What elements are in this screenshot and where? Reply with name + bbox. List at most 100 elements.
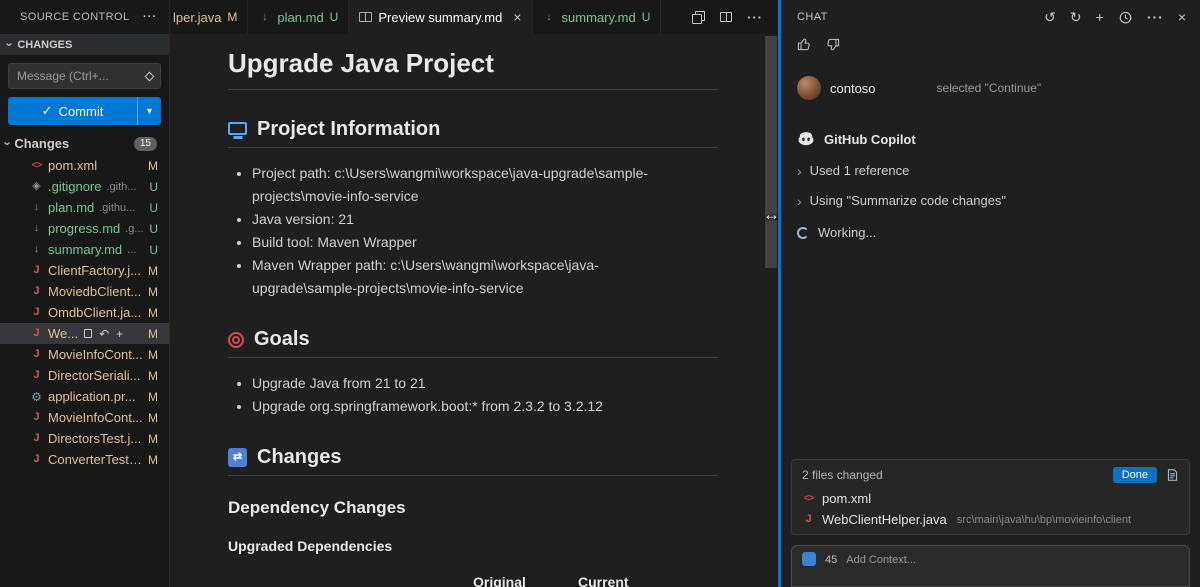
file-row[interactable]: ⚙application.pr...M [0, 386, 169, 407]
file-row[interactable]: JMovieInfoCont...M [0, 407, 169, 428]
status-badge: U [149, 201, 158, 215]
chat-history-icon[interactable] [1118, 10, 1133, 25]
done-badge: Done [1113, 467, 1157, 483]
tab-summary-md[interactable]: ↓ summary.md U [533, 0, 662, 34]
commit-dropdown-button[interactable]: ▾ [138, 97, 161, 125]
used-references-expander[interactable]: › Used 1 reference [781, 148, 1200, 178]
file-row[interactable]: <>pom.xmlM [0, 155, 169, 176]
bullet-item: Java version: 21 [252, 208, 700, 231]
editor-more-actions-icon[interactable]: ··· [747, 10, 763, 25]
scrollbar-thumb[interactable] [765, 36, 777, 268]
status-badge: U [642, 10, 651, 24]
table-col-original: Original [473, 574, 578, 587]
panel-header: SOURCE CONTROL ··· [0, 0, 169, 34]
markdown-file-icon: ↓ [30, 223, 43, 234]
file-row-selected[interactable]: J We... ↶ + M [0, 323, 169, 344]
section-heading-project-information: Project Information [228, 118, 718, 148]
changes-count-badge: 15 [134, 137, 157, 151]
tab-preview-summary-md[interactable]: Preview summary.md × [349, 0, 532, 34]
chat-input-box[interactable]: 45 Add Context... [791, 545, 1190, 587]
changes-section-header[interactable]: › CHANGES [0, 34, 169, 55]
commit-message-input[interactable]: Message (Ctrl+... [8, 63, 161, 89]
chat-header: CHAT ↺ ↻ + ··· × [781, 0, 1200, 34]
open-changes-icon[interactable] [692, 11, 705, 24]
section-heading-changes: Changes [228, 446, 718, 476]
bullet-item: Project path: c:\Users\wangmi\workspace\… [252, 162, 700, 208]
chat-panel: CHAT ↺ ↻ + ··· × contoso selected "Conti… [781, 0, 1200, 587]
git-file-icon: ◈ [30, 181, 43, 192]
bullet-item: Upgrade org.springframework.boot:* from … [252, 395, 700, 418]
tree-label: Changes [14, 136, 69, 151]
markdown-file-icon: ↓ [258, 12, 271, 23]
file-path: src\main\java\hu\bp\movieinfo\client [957, 514, 1131, 526]
bullet-item: Build tool: Maven Wrapper [252, 231, 700, 254]
open-file-icon[interactable] [84, 329, 92, 338]
file-row[interactable]: ◈.gitignore.gith...U [0, 176, 169, 197]
add-context-button[interactable]: Add Context... [846, 552, 916, 566]
status-badge: M [227, 10, 237, 24]
user-message-row: contoso selected "Continue" [781, 52, 1200, 100]
thumbs-up-icon[interactable] [797, 37, 812, 52]
check-icon: ✓ [42, 103, 53, 119]
tool-call-expander[interactable]: › Using "Summarize code changes" [781, 178, 1200, 208]
doc-title: Upgrade Java Project [228, 48, 718, 90]
markdown-file-icon: ↓ [30, 202, 43, 213]
status-badge: U [149, 243, 158, 257]
changes-tree-header[interactable]: › Changes 15 [0, 132, 169, 155]
java-file-icon: J [802, 514, 815, 525]
panel-title: SOURCE CONTROL [20, 11, 130, 23]
markdown-preview: Upgrade Java Project Project Information… [170, 34, 778, 587]
file-row[interactable]: ↓summary.md...U [0, 239, 169, 260]
status-badge: M [148, 348, 158, 362]
changed-file-row[interactable]: <> pom.xml [800, 488, 1181, 509]
file-row[interactable]: JClientFactory.j...M [0, 260, 169, 281]
generate-commit-message-icon[interactable] [145, 71, 155, 81]
file-row[interactable]: JConverterTest.j...M [0, 449, 169, 470]
stage-changes-icon[interactable]: + [116, 328, 123, 340]
context-chip-icon[interactable] [802, 552, 816, 566]
file-row[interactable]: JMovieInfoCont...M [0, 344, 169, 365]
user-action-text: selected "Continue" [937, 81, 1042, 95]
changed-file-row[interactable]: J WebClientHelper.java src\main\java\hu\… [800, 509, 1181, 530]
status-badge: M [148, 264, 158, 278]
chat-more-icon[interactable]: ··· [1147, 10, 1164, 24]
thumbs-down-icon[interactable] [825, 37, 840, 52]
view-diff-icon[interactable] [1166, 468, 1179, 482]
split-editor-icon[interactable] [720, 12, 732, 22]
file-row[interactable]: ↓plan.md.githu...U [0, 197, 169, 218]
shuffle-icon [228, 448, 247, 467]
java-file-icon: J [30, 307, 43, 318]
discard-changes-icon[interactable]: ↶ [99, 328, 109, 340]
section-label: CHANGES [17, 39, 72, 51]
status-badge: M [148, 306, 158, 320]
java-file-icon: J [30, 349, 43, 360]
table-col-current: Current [578, 574, 629, 587]
subsection-dependency-changes: Dependency Changes [228, 498, 722, 518]
file-row[interactable]: JDirectorSeriali...M [0, 365, 169, 386]
undo-icon[interactable]: ↺ [1044, 10, 1056, 24]
more-actions-icon[interactable]: ··· [143, 11, 157, 23]
close-chat-icon[interactable]: × [1178, 10, 1186, 24]
chevron-down-icon: › [2, 141, 15, 145]
chevron-right-icon: › [797, 164, 802, 178]
properties-file-icon: ⚙ [30, 391, 43, 403]
file-row[interactable]: JMoviedbClient...M [0, 281, 169, 302]
java-file-icon: J [30, 328, 43, 339]
copilot-name: GitHub Copilot [824, 132, 916, 147]
new-chat-icon[interactable]: + [1096, 10, 1104, 24]
commit-label: Commit [59, 104, 104, 119]
tab-plan-md[interactable]: ↓ plan.md U [248, 0, 349, 34]
copilot-response-header: GitHub Copilot [781, 100, 1200, 148]
status-badge: M [148, 159, 158, 173]
close-tab-icon[interactable]: × [513, 9, 521, 25]
java-file-icon: J [30, 265, 43, 276]
redo-icon[interactable]: ↻ [1070, 10, 1082, 24]
user-name: contoso [830, 81, 876, 96]
file-row[interactable]: ↓progress.md.g...U [0, 218, 169, 239]
commit-button[interactable]: ✓ Commit ▾ [8, 97, 161, 125]
java-file-icon: J [30, 286, 43, 297]
file-row[interactable]: JOmdbClient.ja...M [0, 302, 169, 323]
file-row[interactable]: JDirectorsTest.j...M [0, 428, 169, 449]
tab-webclienthelper-java[interactable]: lper.java M [170, 0, 248, 34]
editor-scrollbar[interactable] [764, 34, 778, 587]
